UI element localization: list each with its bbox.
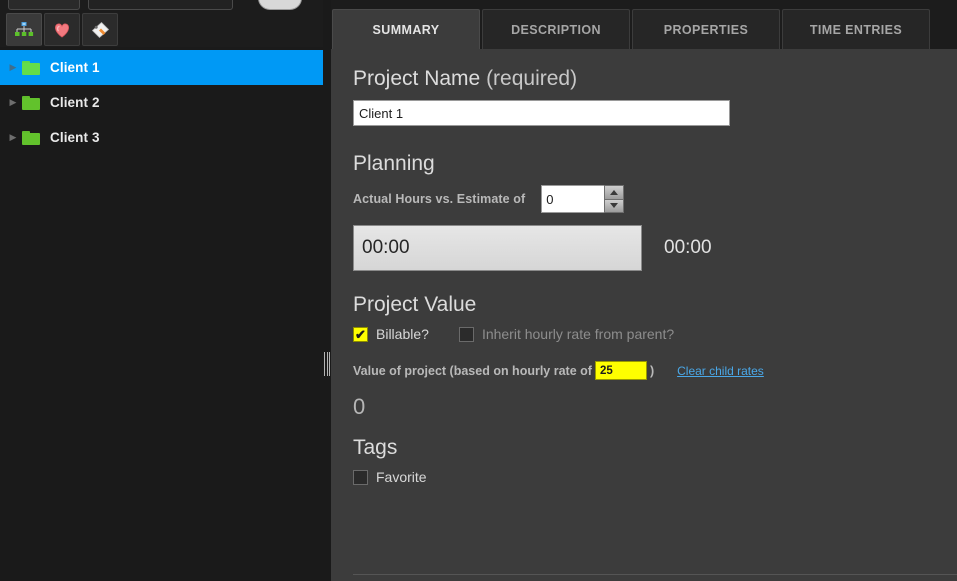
- sidebar-panel: ▶ Client 1 ▶ Client 2 ▶ Client 3: [0, 0, 331, 581]
- partial-toggle-button[interactable]: [258, 0, 302, 10]
- cut-off-top-toolbar: [0, 0, 331, 12]
- inherit-rate-label: Inherit hourly rate from parent?: [481, 326, 675, 342]
- value-of-project-label: Value of project (based on hourly rate o…: [353, 363, 592, 378]
- tree-item-label: Client 1: [50, 60, 100, 75]
- stepper-decrement-button[interactable]: [605, 199, 624, 212]
- inherit-rate-checkbox-group[interactable]: Inherit hourly rate from parent?: [458, 326, 675, 342]
- planning-heading: Planning: [353, 152, 435, 175]
- favorites-heart-icon-button[interactable]: [44, 13, 80, 46]
- favorite-label: Favorite: [376, 469, 427, 485]
- hierarchy-icon-button[interactable]: [6, 13, 42, 46]
- grip-line: [329, 352, 330, 376]
- hours-progress-row: 00:00 00:00: [353, 225, 935, 271]
- folder-icon: [22, 60, 40, 75]
- computed-project-value: 0: [353, 394, 366, 419]
- tab-summary[interactable]: SUMMARY: [332, 9, 480, 49]
- sidebar-icon-toolbar: [0, 12, 331, 59]
- favorites-heart-icon: [54, 22, 70, 37]
- stepper-buttons: [604, 185, 625, 213]
- partial-search-input[interactable]: [88, 0, 233, 10]
- billable-label: Billable?: [376, 326, 429, 342]
- estimate-row: Actual Hours vs. Estimate of: [353, 185, 935, 213]
- billable-options-row: Billable? Inherit hourly rate from paren…: [353, 326, 935, 342]
- caret-down-icon: [610, 203, 619, 209]
- tree-item-client-1[interactable]: ▶ Client 1: [0, 50, 323, 85]
- hourly-rate-input[interactable]: [594, 361, 647, 380]
- details-panel: SUMMARY DESCRIPTION PROPERTIES TIME ENTR…: [331, 0, 957, 581]
- value-of-project-suffix: ): [649, 363, 655, 378]
- actual-hours-progress-bar: 00:00: [353, 225, 642, 271]
- grip-line: [326, 352, 328, 376]
- tree-item-label: Client 3: [50, 130, 100, 145]
- project-name-required-note: (required): [486, 67, 578, 90]
- expander-arrow-icon[interactable]: ▶: [4, 133, 22, 142]
- estimate-total-value: 00:00: [664, 237, 712, 258]
- expander-arrow-icon[interactable]: ▶: [4, 98, 22, 107]
- tags-heading: Tags: [353, 436, 398, 459]
- application-window: ▶ Client 1 ▶ Client 2 ▶ Client 3 SUMMARY…: [0, 0, 957, 581]
- splitter-grip-icon[interactable]: [324, 352, 330, 376]
- tree-item-label: Client 2: [50, 95, 100, 110]
- grip-line: [324, 352, 325, 376]
- caret-up-icon: [610, 189, 619, 195]
- panel-splitter[interactable]: [323, 0, 331, 581]
- clear-child-rates-link[interactable]: Clear child rates: [677, 364, 764, 378]
- project-name-heading: Project Name (required): [353, 67, 935, 91]
- tab-description[interactable]: DESCRIPTION: [482, 9, 630, 49]
- estimate-stepper[interactable]: [541, 185, 625, 213]
- tags-icon-button[interactable]: [82, 13, 118, 46]
- tags-icon: [91, 21, 110, 38]
- inherit-rate-checkbox[interactable]: [458, 326, 474, 342]
- folder-icon: [22, 95, 40, 110]
- project-value-rate-row: Value of project (based on hourly rate o…: [353, 361, 935, 380]
- summary-form: Project Name (required) Planning Actual …: [331, 49, 957, 581]
- client-tree: ▶ Client 1 ▶ Client 2 ▶ Client 3: [0, 50, 323, 581]
- project-value-heading: Project Value: [353, 293, 477, 316]
- tab-time-entries[interactable]: TIME ENTRIES: [782, 9, 930, 49]
- stepper-increment-button[interactable]: [605, 186, 624, 200]
- tab-bar: SUMMARY DESCRIPTION PROPERTIES TIME ENTR…: [331, 0, 957, 49]
- favorite-checkbox[interactable]: [353, 469, 368, 485]
- project-name-input[interactable]: [353, 100, 730, 126]
- project-name-heading-text: Project Name: [353, 67, 481, 90]
- partial-add-button[interactable]: [8, 0, 80, 10]
- tag-favorite-row[interactable]: Favorite: [353, 469, 935, 485]
- estimate-input[interactable]: [541, 185, 605, 213]
- actual-hours-value: 00:00: [362, 237, 410, 258]
- folder-icon: [22, 130, 40, 145]
- billable-checkbox-group[interactable]: Billable?: [353, 326, 429, 342]
- tree-item-client-2[interactable]: ▶ Client 2: [0, 85, 323, 120]
- tree-item-client-3[interactable]: ▶ Client 3: [0, 120, 323, 155]
- estimate-label: Actual Hours vs. Estimate of: [353, 192, 526, 206]
- section-divider: [353, 574, 957, 575]
- tab-properties[interactable]: PROPERTIES: [632, 9, 780, 49]
- hierarchy-icon: [15, 21, 34, 36]
- billable-checkbox[interactable]: [353, 326, 368, 342]
- expander-arrow-icon[interactable]: ▶: [4, 63, 22, 72]
